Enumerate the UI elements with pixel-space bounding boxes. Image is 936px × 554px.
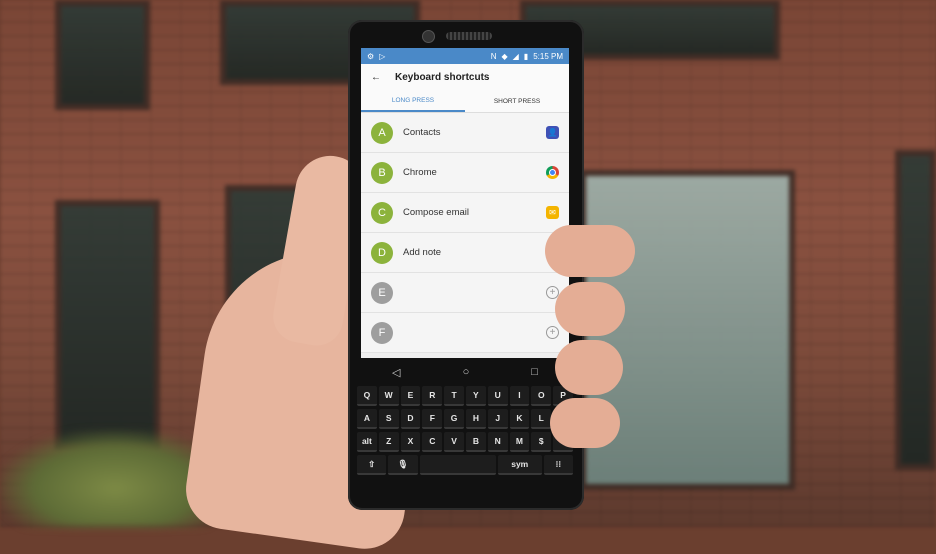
finger xyxy=(550,398,620,448)
shortcut-row-f[interactable]: F + xyxy=(361,313,569,353)
key-h[interactable]: H xyxy=(465,409,486,429)
clock: 5:15 PM xyxy=(533,51,563,61)
letter-badge: B xyxy=(371,161,393,184)
keyboard-row-4: ⇧ 🎙 sym ⁝⁝ xyxy=(352,455,578,475)
home-nav-icon[interactable]: ○ xyxy=(463,366,470,378)
key-a[interactable]: A xyxy=(357,409,377,429)
window xyxy=(55,200,160,450)
email-icon: ✉ xyxy=(546,206,559,219)
letter-badge: A xyxy=(371,121,393,144)
key-d[interactable]: D xyxy=(400,409,421,429)
key-u[interactable]: U xyxy=(487,386,508,406)
shortcut-label: Chrome xyxy=(403,167,437,178)
letter-badge: D xyxy=(371,241,393,264)
back-nav-icon[interactable]: ◁ xyxy=(392,366,400,379)
key-alt[interactable]: alt xyxy=(357,432,377,452)
key-r[interactable]: R xyxy=(422,386,443,406)
key-k[interactable]: K xyxy=(509,409,530,429)
chrome-icon xyxy=(546,166,559,179)
earpiece xyxy=(446,32,492,40)
sym-key[interactable]: sym xyxy=(497,455,542,475)
finger xyxy=(545,225,635,277)
key-n[interactable]: N xyxy=(487,432,508,452)
page-title: Keyboard shortcuts xyxy=(395,71,490,83)
play-icon: ▷ xyxy=(379,51,386,61)
window xyxy=(895,150,936,470)
shortcut-row-b[interactable]: B Chrome xyxy=(361,153,569,193)
shortcut-label: Compose email xyxy=(403,207,469,218)
key-o[interactable]: O xyxy=(531,386,552,406)
signal-icon: ◢ xyxy=(512,51,519,61)
key-j[interactable]: J xyxy=(487,409,508,429)
keyboard-row-2: A S D F G H J K L ⌫ xyxy=(352,409,578,429)
key-w[interactable]: W xyxy=(378,386,399,406)
contacts-icon: 👤 xyxy=(546,126,559,139)
finger xyxy=(555,340,623,395)
letter-badge: F xyxy=(371,321,393,344)
key-i[interactable]: I xyxy=(509,386,530,406)
shortcut-row-c[interactable]: C Compose email ✉ xyxy=(361,193,569,233)
key-f[interactable]: F xyxy=(422,409,443,429)
tab-long-press[interactable]: LONG PRESS xyxy=(361,90,465,112)
key-z[interactable]: Z xyxy=(378,432,399,452)
shortcut-label: Contacts xyxy=(403,127,441,138)
convenience-key[interactable]: ⁝⁝ xyxy=(543,455,573,475)
key-dollar[interactable]: $ xyxy=(531,432,552,452)
finger xyxy=(555,282,625,336)
keyboard-row-1: Q W E R T Y U I O P xyxy=(352,386,578,406)
front-camera xyxy=(422,30,435,43)
window xyxy=(55,0,150,110)
key-y[interactable]: Y xyxy=(465,386,486,406)
key-l[interactable]: L xyxy=(531,409,552,429)
key-x[interactable]: X xyxy=(400,432,421,452)
key-c[interactable]: C xyxy=(422,432,443,452)
key-g[interactable]: G xyxy=(444,409,464,429)
letter-badge: E xyxy=(371,281,393,304)
shortcut-row-e[interactable]: E + xyxy=(361,273,569,313)
settings-icon: ⚙ xyxy=(367,51,375,61)
network-indicator: N xyxy=(490,51,497,61)
key-m[interactable]: M xyxy=(509,432,530,452)
key-t[interactable]: T xyxy=(444,386,464,406)
shortcut-label: Add note xyxy=(403,247,442,258)
arrow-back-icon[interactable]: ← xyxy=(371,72,381,83)
shift-key[interactable]: ⇧ xyxy=(357,455,387,475)
shortcut-row-a[interactable]: A Contacts 👤 xyxy=(361,113,569,153)
app-bar: ← Keyboard shortcuts xyxy=(361,64,569,90)
keyboard-row-3: alt Z X C V B N M $ ↵ xyxy=(352,432,578,452)
key-s[interactable]: S xyxy=(378,409,399,429)
recents-nav-icon[interactable]: □ xyxy=(531,366,538,378)
add-icon[interactable]: + xyxy=(546,326,559,339)
mic-key[interactable]: 🎙 xyxy=(388,455,418,475)
tab-bar: LONG PRESS SHORT PRESS xyxy=(361,90,569,113)
key-e[interactable]: E xyxy=(400,386,421,406)
status-bar: ⚙ ▷ N ◆ ◢ ▮ 5:15 PM xyxy=(361,48,569,64)
wifi-icon: ◆ xyxy=(501,51,508,61)
battery-icon: ▮ xyxy=(523,51,529,61)
space-key[interactable] xyxy=(419,455,496,475)
tab-short-press[interactable]: SHORT PRESS xyxy=(465,90,569,112)
phone-screen: ⚙ ▷ N ◆ ◢ ▮ 5:15 PM ← Keyboard shortcuts… xyxy=(361,48,569,358)
nav-bar: ◁ ○ □ xyxy=(361,360,569,384)
key-q[interactable]: Q xyxy=(357,386,377,406)
key-b[interactable]: B xyxy=(465,432,486,452)
key-v[interactable]: V xyxy=(444,432,464,452)
letter-badge: C xyxy=(371,201,393,224)
shortcut-row-d[interactable]: D Add note ▤ xyxy=(361,233,569,273)
shortcut-list: A Contacts 👤 B Chrome C Compose email ✉ … xyxy=(361,113,569,353)
physical-keyboard: Q W E R T Y U I O P A S D F G H J K L ⌫ … xyxy=(352,386,578,504)
